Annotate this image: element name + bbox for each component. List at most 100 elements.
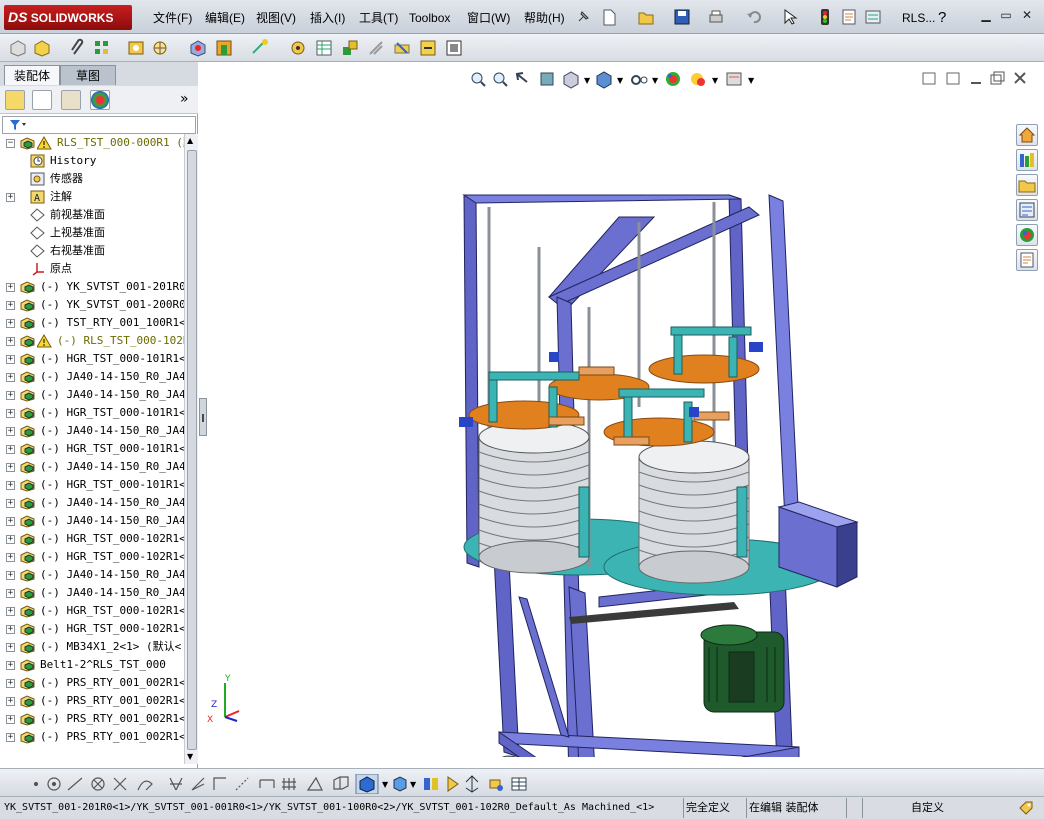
- tree-item-top-plane[interactable]: 上视基准面: [0, 224, 184, 242]
- show-hidden-components-icon[interactable]: [188, 38, 208, 58]
- tree-item-component[interactable]: + (-) JA40-14-150_R0_JA40: [0, 458, 184, 476]
- save-icon[interactable]: [673, 8, 691, 26]
- tag-icon[interactable]: [1018, 800, 1034, 816]
- property-manager-tab-icon[interactable]: [32, 90, 52, 110]
- tree-item-component[interactable]: + (-) JA40-14-150_R0_JA40: [0, 368, 184, 386]
- expand-toggle-icon[interactable]: +: [6, 553, 15, 562]
- tree-item-sensors[interactable]: 传感器: [0, 170, 184, 188]
- appearances-scenes-icon[interactable]: [1016, 224, 1038, 246]
- select-cursor-icon[interactable]: [782, 8, 798, 26]
- bill-of-materials-icon[interactable]: [314, 38, 334, 58]
- triangle-icon[interactable]: [306, 776, 323, 791]
- minimize-button[interactable]: ▁: [978, 8, 994, 22]
- expand-toggle-icon[interactable]: +: [6, 481, 15, 490]
- solidworks-resources-icon[interactable]: [1016, 124, 1038, 146]
- tree-item-component[interactable]: + (-) JA40-14-150_R0_JA40: [0, 386, 184, 404]
- zoom-to-fit-icon[interactable]: [471, 72, 486, 87]
- tree-item-component[interactable]: + (-) JA40-14-150_R0_JA40: [0, 566, 184, 584]
- feature-tree-tab-icon[interactable]: [5, 90, 25, 110]
- align-component-icon[interactable]: [447, 776, 459, 792]
- tree-item-component[interactable]: + (-) JA40-14-150_R0_JA40: [0, 422, 184, 440]
- menu-toolbox[interactable]: Toolbox: [409, 8, 450, 28]
- design-library-icon[interactable]: [1016, 149, 1038, 171]
- expand-toggle-icon[interactable]: +: [6, 589, 15, 598]
- apply-scene-icon[interactable]: [691, 73, 705, 86]
- exploded-view-icon[interactable]: [340, 38, 360, 58]
- cube-outline-icon[interactable]: [333, 776, 349, 790]
- polygon-icon[interactable]: [91, 777, 105, 791]
- tab-assembly[interactable]: 装配体: [4, 65, 60, 85]
- unit-system-selector[interactable]: 自定义: [862, 798, 992, 818]
- help-question-icon[interactable]: ?: [938, 8, 946, 28]
- menu-view[interactable]: 视图(V): [256, 8, 296, 28]
- tree-item-component[interactable]: + (-) TST_RTY_001_100R1<1: [0, 314, 184, 332]
- expand-toggle-icon[interactable]: +: [6, 571, 15, 580]
- menu-insert[interactable]: 插入(I): [310, 8, 345, 28]
- tab-sketch[interactable]: 草图: [60, 65, 116, 85]
- tree-item-component[interactable]: + (-) HGR_TST_000-101R1<3: [0, 440, 184, 458]
- hide-show-items-icon[interactable]: [631, 75, 648, 85]
- panel-collapse-handle[interactable]: ‖: [199, 398, 207, 436]
- tree-item-history[interactable]: History: [0, 152, 184, 170]
- collapse-toggle-icon[interactable]: −: [6, 139, 15, 148]
- tree-item-component[interactable]: + (-) HGR_TST_000-102R1<4: [0, 620, 184, 638]
- rebuild-icon[interactable]: [818, 8, 832, 26]
- tree-item-component[interactable]: + (-) HGR_TST_000-101R1<1: [0, 350, 184, 368]
- expand-toggle-icon[interactable]: +: [6, 463, 15, 472]
- file-properties-icon[interactable]: [840, 8, 858, 26]
- filter-funnel-icon[interactable]: [9, 119, 27, 131]
- tree-item-front-plane[interactable]: 前视基准面: [0, 206, 184, 224]
- tree-item-origin[interactable]: 原点: [0, 260, 184, 278]
- viewport-split-right-icon[interactable]: [946, 72, 960, 85]
- display-style-icon[interactable]: [596, 71, 612, 89]
- menu-edit[interactable]: 编辑(E): [205, 8, 245, 28]
- new-motion-study-icon[interactable]: [288, 38, 308, 58]
- tree-item-component[interactable]: + (-) PRS_RTY_001_002R1<1: [0, 674, 184, 692]
- expand-toggle-icon[interactable]: +: [6, 427, 15, 436]
- view-settings-icon[interactable]: [726, 72, 742, 86]
- restore-button[interactable]: ▭: [998, 8, 1014, 22]
- hole-alignment-icon[interactable]: [444, 38, 464, 58]
- move-component-icon[interactable]: [150, 38, 170, 58]
- tree-item-component[interactable]: + (-) PRS_RTY_001_002R1<3: [0, 710, 184, 728]
- mirror-icon[interactable]: [169, 777, 183, 791]
- graphics-area[interactable]: ▼ ▼ ▼ ▼ ▼ Y X Z ‖: [199, 62, 1044, 768]
- reference-geometry-icon[interactable]: [250, 38, 270, 58]
- interference-detection-icon[interactable]: [392, 38, 412, 58]
- expand-toggle-icon[interactable]: +: [6, 337, 15, 346]
- tree-item-component[interactable]: + (-) HGR_TST_000-101R1<4: [0, 476, 184, 494]
- zoom-to-area-icon[interactable]: [493, 72, 508, 87]
- tree-item-component[interactable]: + (-) YK_SVTST_001-201R0<: [0, 278, 184, 296]
- expand-toggle-icon[interactable]: +: [6, 373, 15, 382]
- expand-toggle-icon[interactable]: +: [6, 535, 15, 544]
- angle-icon[interactable]: [191, 777, 205, 791]
- tree-item-annotations[interactable]: + A 注解: [0, 188, 184, 206]
- tree-item-component[interactable]: + (-) HGR_TST_000-102R1<2: [0, 548, 184, 566]
- tree-item-component[interactable]: + (-) RLS_TST_000-102R: [0, 332, 184, 350]
- tree-item-component[interactable]: + (-) JA40-14-150_R0_JA40: [0, 494, 184, 512]
- expand-toggle-icon[interactable]: +: [6, 391, 15, 400]
- edit-appearance-icon[interactable]: [666, 72, 680, 86]
- linear-pattern-icon[interactable]: [92, 38, 112, 58]
- circle-icon[interactable]: [47, 777, 61, 791]
- expand-tabs-button[interactable]: »: [180, 91, 189, 107]
- dimension-icon[interactable]: [259, 779, 275, 788]
- expand-toggle-icon[interactable]: +: [6, 409, 15, 418]
- tree-item-component[interactable]: + (-) HGR_TST_000-102R1<3: [0, 602, 184, 620]
- expand-toggle-icon[interactable]: +: [6, 355, 15, 364]
- expand-toggle-icon[interactable]: +: [6, 319, 15, 328]
- viewport-close-icon[interactable]: [1014, 72, 1026, 84]
- shaded-view-icon[interactable]: [393, 776, 407, 792]
- expand-toggle-icon[interactable]: +: [6, 697, 15, 706]
- expand-toggle-icon[interactable]: +: [6, 679, 15, 688]
- tree-item-component[interactable]: + (-) JA40-14-150_R0_JA40: [0, 512, 184, 530]
- tree-item-component[interactable]: + (-) PRS_RTY_001_002R1<2: [0, 692, 184, 710]
- tree-item-component[interactable]: + Belt1-2^RLS_TST_000: [0, 656, 184, 674]
- tree-filter-input[interactable]: [2, 116, 196, 134]
- point-icon[interactable]: [33, 781, 39, 787]
- assembly-features-icon[interactable]: [214, 38, 234, 58]
- tree-item-component[interactable]: + (-) HGR_TST_000-102R1<1: [0, 530, 184, 548]
- menu-tools[interactable]: 工具(T): [359, 8, 398, 28]
- line-icon[interactable]: [67, 777, 83, 791]
- new-part-icon[interactable]: [32, 38, 52, 58]
